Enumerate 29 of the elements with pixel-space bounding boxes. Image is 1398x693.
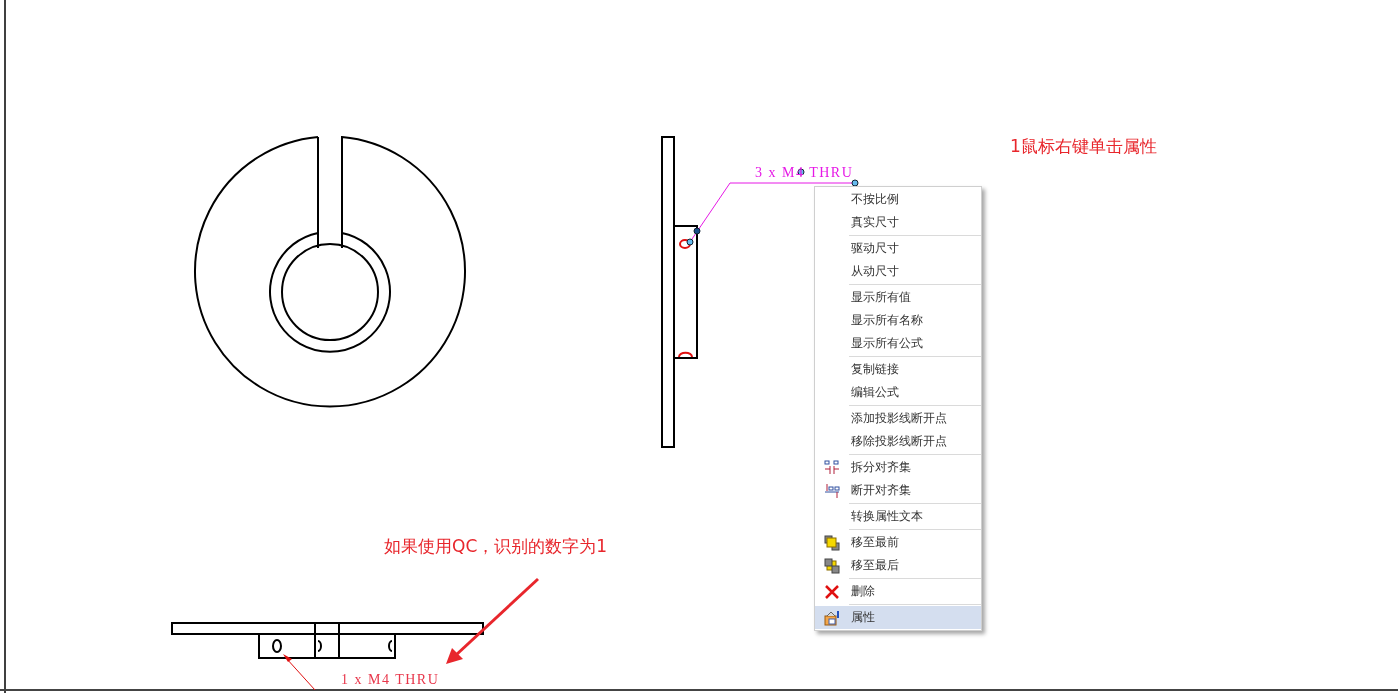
menu-item[interactable]: 转换属性文本 <box>815 505 981 528</box>
menu-item[interactable]: 显示所有值 <box>815 286 981 309</box>
menu-item[interactable]: 编辑公式 <box>815 381 981 404</box>
menu-item[interactable]: 断开对齐集 <box>815 479 981 502</box>
hole-callout[interactable]: 1 x M4 THRU <box>341 672 440 688</box>
bring-to-front-icon <box>824 534 840 551</box>
annotation-text: 如果使用QC，识别的数字为1 <box>384 535 608 558</box>
menu-item[interactable]: 移至最后 <box>815 554 981 577</box>
split-align-icon <box>824 459 840 476</box>
properties-icon <box>824 609 840 626</box>
delete-icon <box>824 583 840 600</box>
menu-item[interactable]: 移至最前 <box>815 531 981 554</box>
menu-item[interactable]: 不按比例 <box>815 188 981 211</box>
menu-item[interactable]: 属性 <box>815 606 981 629</box>
menu-item[interactable]: 添加投影线断开点 <box>815 407 981 430</box>
menu-item[interactable]: 移除投影线断开点 <box>815 430 981 453</box>
menu-item[interactable]: 显示所有名称 <box>815 309 981 332</box>
menu-item[interactable]: 删除 <box>815 580 981 603</box>
hole-callout[interactable]: 3 x M4 THRU <box>755 165 854 181</box>
menu-item[interactable]: 显示所有公式 <box>815 332 981 355</box>
annotation-text: 1鼠标右键单击属性 <box>1010 135 1157 158</box>
menu-item[interactable]: 从动尺寸 <box>815 260 981 283</box>
break-align-icon <box>824 482 840 499</box>
menu-item[interactable]: 真实尺寸 <box>815 211 981 234</box>
menu-item[interactable]: 拆分对齐集 <box>815 456 981 479</box>
send-to-back-icon <box>824 557 840 574</box>
menu-item[interactable]: 复制链接 <box>815 358 981 381</box>
menu-item[interactable]: 驱动尺寸 <box>815 237 981 260</box>
leader-line <box>283 654 316 691</box>
